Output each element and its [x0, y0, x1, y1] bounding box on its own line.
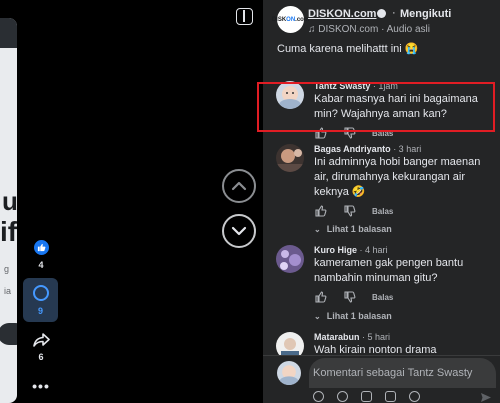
share-icon	[32, 333, 50, 347]
sticker-icon[interactable]	[313, 391, 324, 402]
comment-composer	[263, 355, 500, 403]
post-header: DISK ON .com DISKON.com · Mengikuti ♫ DISK…	[272, 6, 496, 36]
comment-time: · 4 hari	[357, 245, 388, 255]
avatar[interactable]	[276, 245, 304, 273]
follow-status[interactable]: Mengikuti	[400, 8, 451, 20]
user-avatar	[277, 361, 301, 385]
thumbnail-text-fragment: ia	[4, 286, 12, 296]
more-icon[interactable]: •••	[24, 378, 58, 394]
comment-time: · 5 hari	[359, 332, 391, 342]
avatar-logo-text: DISK	[271, 16, 287, 23]
commenter-name[interactable]: Kuro Hige	[314, 245, 357, 255]
thumbs-up-icon[interactable]	[315, 205, 327, 217]
chevron-up-icon	[231, 181, 247, 191]
audio-row[interactable]: ♫ DISKON.com · Audio asli	[308, 24, 430, 35]
comment-icon	[32, 285, 49, 301]
comment-time: · 3 hari	[390, 144, 422, 154]
reply-button[interactable]: Balas	[372, 293, 393, 302]
globe-icon	[377, 9, 386, 18]
camera-icon[interactable]	[361, 391, 372, 402]
chevron-down-icon: ⌄	[314, 312, 321, 321]
comment-count: 9	[37, 306, 43, 316]
post-caption: Cuma karena melihattt ini 😭	[277, 43, 419, 55]
view-replies-label: Lihat 1 balasan	[326, 311, 392, 321]
comment-action[interactable]: 9	[23, 278, 58, 322]
music-note-icon: ♫	[308, 24, 316, 35]
view-replies-link[interactable]: ⌄ Lihat 1 balasan	[314, 224, 392, 234]
commenter-name[interactable]: Matarabun	[314, 332, 360, 342]
comment-text: kameramen gak pengen bantu nambahin minu…	[314, 257, 464, 284]
previous-video-button[interactable]	[222, 169, 256, 203]
highlight-annotation	[257, 82, 495, 132]
send-icon[interactable]	[480, 392, 492, 403]
thumbnail-text-fragment: if	[0, 216, 17, 247]
comment-input[interactable]	[309, 358, 496, 388]
toggle-panel-icon[interactable]	[236, 8, 253, 25]
next-video-button[interactable]	[222, 214, 256, 248]
page-name-link[interactable]: DISKON.com	[308, 8, 376, 20]
emoji-icon[interactable]	[337, 391, 348, 402]
chevron-down-icon	[231, 226, 247, 236]
share-count: 6	[38, 352, 44, 362]
thumbnail-text-fragment: g	[4, 264, 10, 274]
composer-toolbar	[313, 390, 496, 403]
audio-label: DISKON.com · Audio asli	[318, 24, 430, 35]
avatar-sticker-icon[interactable]	[409, 391, 420, 402]
thumbnail-text-fragment: u	[2, 186, 17, 216]
like-action[interactable]: 4	[24, 240, 58, 270]
comments-panel: DISK ON .com DISKON.com · Mengikuti ♫ DISK…	[263, 0, 500, 403]
view-replies-label: Lihat 1 balasan	[326, 224, 392, 234]
share-action[interactable]: 6	[24, 333, 58, 362]
chevron-down-icon: ⌄	[314, 225, 321, 234]
like-count: 4	[38, 260, 44, 270]
thumbs-up-icon[interactable]	[315, 291, 327, 303]
separator: ·	[392, 7, 396, 19]
avatar[interactable]	[276, 144, 304, 172]
view-replies-link[interactable]: ⌄ Lihat 1 balasan	[314, 311, 392, 321]
previous-post-thumbnail[interactable]: u if g ia	[0, 18, 17, 403]
like-icon	[33, 240, 49, 255]
reply-button[interactable]: Balas	[372, 207, 393, 216]
avatar-logo-text: ON	[286, 16, 296, 23]
commenter-name[interactable]: Bagas Andriyanto	[314, 144, 391, 154]
comment-text: Ini adminnya hobi banger maenan air, dir…	[314, 156, 481, 198]
video-area: u if g ia 4 9 6 •••	[0, 0, 263, 403]
page-avatar[interactable]: DISK ON .com	[272, 6, 309, 33]
thumbs-down-icon[interactable]	[344, 291, 356, 303]
thumbnail-header	[0, 18, 17, 48]
gif-icon[interactable]	[385, 391, 396, 402]
thumbnail-pill	[0, 323, 17, 345]
thumbs-down-icon[interactable]	[344, 205, 356, 217]
